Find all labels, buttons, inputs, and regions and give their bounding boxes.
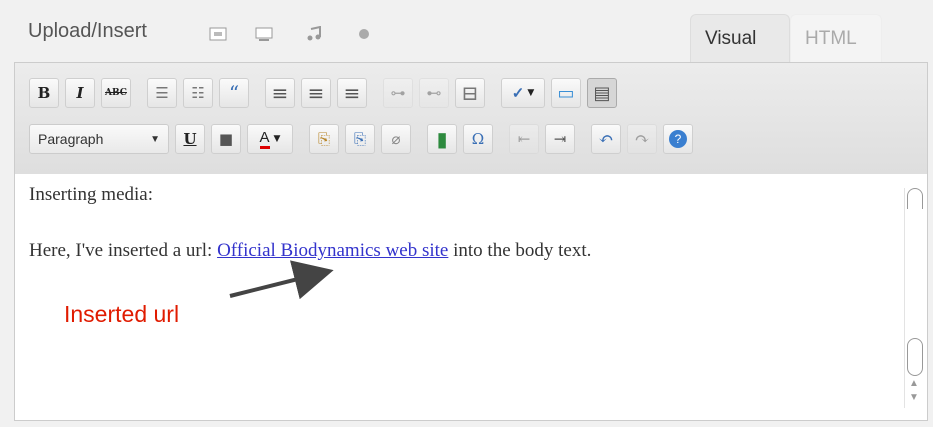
align-left-button[interactable]: ≡ — [265, 78, 295, 108]
chevron-down-icon[interactable]: ▼ — [527, 88, 534, 98]
format-select-value: Paragraph — [38, 131, 104, 147]
italic-button[interactable]: I — [65, 78, 95, 108]
scrollbar-thumb[interactable] — [907, 338, 923, 376]
insert-link-button[interactable]: ⊶ — [383, 78, 413, 108]
bullet-list-icon: ☰ — [155, 84, 169, 102]
fullscreen-button[interactable]: ▭ — [551, 78, 581, 108]
indent-button[interactable]: ⇥ — [545, 124, 575, 154]
undo-button[interactable]: ↶ — [591, 124, 621, 154]
toolbar-row-1: B I ABC ☰ ☷ “ ≡ ≡ ≡ ⊶ ⊷ ⊟ ✓ ▼ ▭ ▤ — [29, 73, 617, 113]
undo-icon: ↶ — [598, 128, 614, 150]
paste-text-button[interactable]: ⎘ — [309, 124, 339, 154]
align-left-icon: ≡ — [271, 81, 289, 105]
link-icon: ⊶ — [390, 84, 406, 102]
chevron-down-icon[interactable]: ▼ — [274, 134, 281, 144]
toolbar-row-2: Paragraph ▼ U ■ A ▼ ⎘ ⎘ ⌀ ▮ Ω ⇤ ⇥ ↶ ↷ ? — [29, 119, 693, 159]
blockquote-icon: “ — [228, 81, 240, 105]
fullscreen-icon: ▭ — [557, 82, 575, 104]
remove-format-button[interactable]: ⌀ — [381, 124, 411, 154]
numbered-list-icon: ☷ — [191, 84, 205, 102]
underline-icon: U — [183, 130, 197, 148]
numbered-list-button[interactable]: ☷ — [183, 78, 213, 108]
spellcheck-button[interactable]: ✓ ▼ — [501, 78, 545, 108]
strikethrough-icon: ABC — [105, 88, 127, 98]
help-button[interactable]: ? — [663, 124, 693, 154]
format-select[interactable]: Paragraph ▼ — [29, 124, 169, 154]
kitchen-sink-icon: ▤ — [593, 82, 611, 104]
scroll-down-arrow-icon[interactable]: ▼ — [909, 392, 919, 403]
more-tag-button[interactable]: ⊟ — [455, 78, 485, 108]
upload-insert-label: Upload/Insert — [28, 20, 147, 42]
audio-icon[interactable] — [305, 26, 323, 42]
align-right-icon: ≡ — [343, 81, 361, 105]
insert-media-button[interactable]: ▮ — [427, 124, 457, 154]
eraser-icon: ⌀ — [391, 130, 401, 148]
paragraph-text-after: into the body text. — [448, 240, 592, 261]
strikethrough-button[interactable]: ABC — [101, 78, 131, 108]
editor-header: Upload/Insert Visual HTML — [0, 0, 933, 63]
text-color-icon: A — [259, 129, 270, 149]
editor-content-area[interactable]: Inserting media: Here, I've inserted a u… — [14, 174, 928, 421]
align-center-icon: ≡ — [307, 81, 325, 105]
outdent-button[interactable]: ⇤ — [509, 124, 539, 154]
paragraph-2: Here, I've inserted a url: Official Biod… — [29, 240, 591, 262]
justify-icon: ■ — [218, 130, 234, 148]
tab-visual[interactable]: Visual — [690, 14, 790, 63]
bold-button[interactable]: B — [29, 78, 59, 108]
paragraph-text-before: Here, I've inserted a url: — [29, 240, 218, 261]
scrollbar-track-top — [907, 188, 923, 209]
redo-button[interactable]: ↷ — [627, 124, 657, 154]
text-color-button[interactable]: A ▼ — [247, 124, 293, 154]
italic-icon: I — [76, 84, 84, 102]
omega-icon: Ω — [471, 130, 485, 148]
paragraph-1: Inserting media: — [29, 184, 153, 205]
editor-scrollbar[interactable]: ▲ ▼ — [904, 188, 923, 408]
tab-html[interactable]: HTML — [790, 14, 882, 63]
video-icon[interactable] — [255, 26, 273, 42]
help-icon: ? — [669, 130, 687, 148]
indent-icon: ⇥ — [553, 130, 567, 148]
bold-icon: B — [37, 84, 51, 102]
outdent-icon: ⇤ — [517, 130, 531, 148]
align-right-button[interactable]: ≡ — [337, 78, 367, 108]
blockquote-button[interactable]: “ — [219, 78, 249, 108]
image-icon[interactable] — [209, 26, 227, 42]
chevron-down-icon: ▼ — [150, 133, 160, 145]
scroll-up-arrow-icon[interactable]: ▲ — [909, 378, 919, 389]
more-tag-icon: ⊟ — [461, 81, 479, 105]
special-char-button[interactable]: Ω — [463, 124, 493, 154]
justify-button[interactable]: ■ — [211, 124, 241, 154]
media-icon[interactable] — [355, 26, 373, 42]
editor-toolbar: B I ABC ☰ ☷ “ ≡ ≡ ≡ ⊶ ⊷ ⊟ ✓ ▼ ▭ ▤ Paragra… — [14, 62, 928, 176]
kitchen-sink-button[interactable]: ▤ — [587, 78, 617, 108]
unlink-icon: ⊷ — [426, 84, 442, 102]
media-icon: ▮ — [436, 127, 448, 151]
paste-text-icon: ⎘ — [317, 130, 330, 148]
inserted-link[interactable]: Official Biodynamics web site — [217, 240, 448, 261]
unlink-button[interactable]: ⊷ — [419, 78, 449, 108]
spellcheck-icon: ✓ — [511, 84, 525, 102]
paste-word-button[interactable]: ⎘ — [345, 124, 375, 154]
underline-button[interactable]: U — [175, 124, 205, 154]
redo-icon: ↷ — [634, 128, 650, 150]
paste-word-icon: ⎘ — [353, 130, 366, 148]
bullet-list-button[interactable]: ☰ — [147, 78, 177, 108]
annotation-label: Inserted url — [64, 301, 180, 327]
align-center-button[interactable]: ≡ — [301, 78, 331, 108]
